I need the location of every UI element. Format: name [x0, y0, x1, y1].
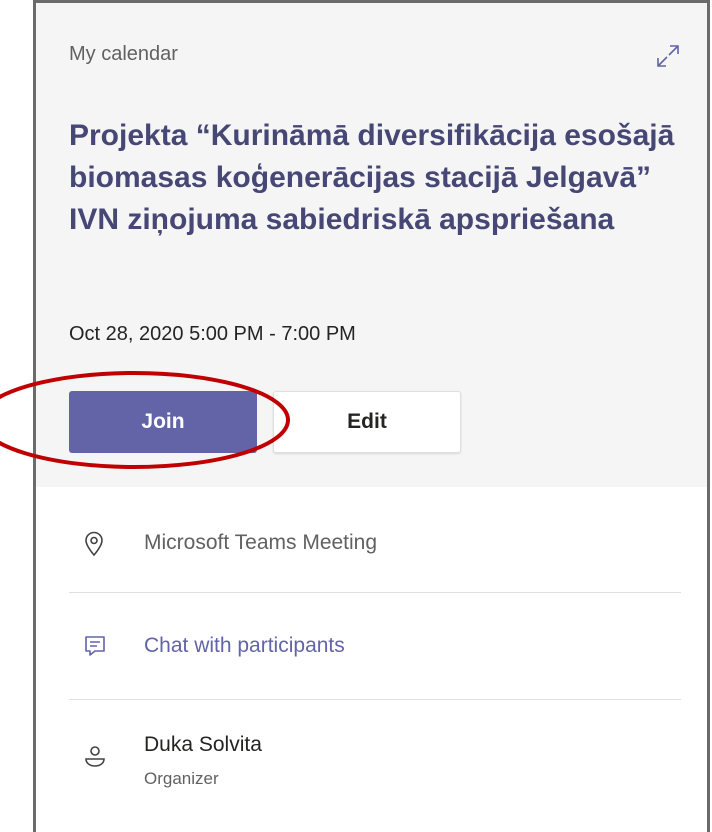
edit-button[interactable]: Edit [273, 391, 461, 453]
location-pin-icon [83, 531, 105, 562]
meeting-header-section: My calendar Projekta “Kurināmā diversifi… [36, 3, 707, 487]
organizer-role: Organizer [144, 769, 219, 788]
location-row: Microsoft Teams Meeting [69, 487, 681, 593]
join-button[interactable]: Join [69, 391, 257, 453]
calendar-label: My calendar [69, 43, 178, 65]
meeting-details-card: My calendar Projekta “Kurināmā diversifi… [33, 0, 710, 832]
person-icon [83, 743, 107, 774]
location-text: Microsoft Teams Meeting [144, 531, 378, 554]
organizer-name: Duka Solvita [144, 733, 262, 756]
chat-icon [83, 634, 107, 663]
expand-icon[interactable] [651, 39, 685, 73]
chat-with-participants-row[interactable]: Chat with participants [69, 594, 681, 700]
meeting-title: Projekta “Kurināmā diversifikācija esoša… [69, 119, 675, 236]
organizer-row: Duka Solvita Organizer [69, 701, 681, 821]
meeting-datetime: Oct 28, 2020 5:00 PM - 7:00 PM [69, 323, 356, 345]
chat-link-text[interactable]: Chat with participants [144, 634, 345, 658]
